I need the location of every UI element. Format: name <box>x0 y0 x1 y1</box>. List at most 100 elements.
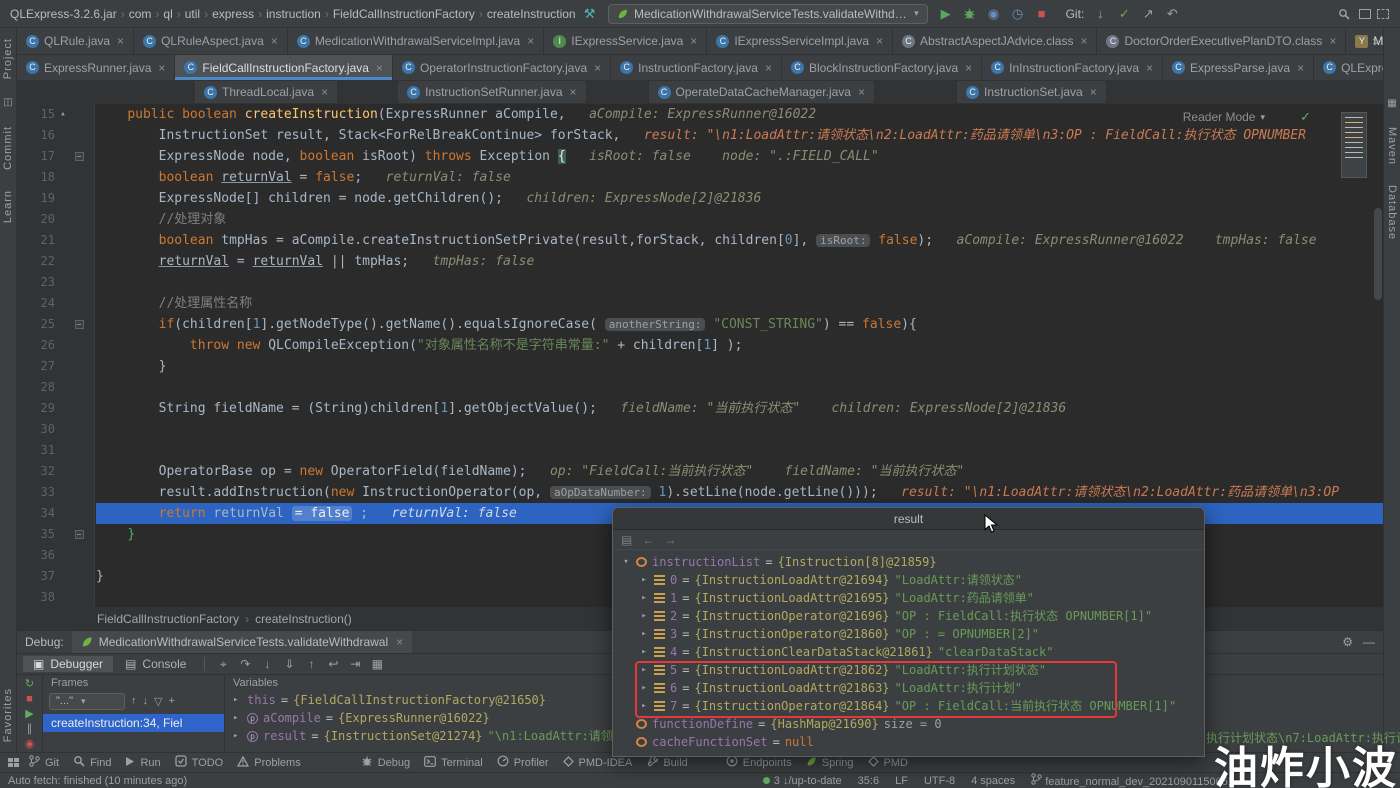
breadcrumb-item[interactable]: createInstruction() <box>255 612 352 626</box>
editor-gutter[interactable]: 15▴1617−1819202122232425−262728293031323… <box>17 104 95 607</box>
popup-tree-row[interactable]: cacheFunctionSet = null <box>613 733 1204 751</box>
fold-region[interactable] <box>71 209 87 230</box>
tab-close-icon[interactable]: × <box>876 34 883 48</box>
expand-icon[interactable]: ▸ <box>639 697 649 715</box>
tab-close-icon[interactable]: × <box>1146 61 1153 75</box>
code-line-24[interactable]: //处理属性名称 <box>96 293 1383 314</box>
fold-marker-icon[interactable]: − <box>75 320 84 329</box>
rollback-button[interactable]: ↶ <box>1161 4 1183 24</box>
code-line-32[interactable]: OperatorBase op = new OperatorField(fiel… <box>96 461 1383 482</box>
coverage-button[interactable]: ◉ <box>983 4 1005 24</box>
editor-scrollbar[interactable] <box>1374 208 1382 300</box>
step-out-icon[interactable]: ↑ <box>301 657 321 671</box>
fold-region[interactable] <box>71 188 87 209</box>
evaluate-expression-icon[interactable]: ▦ <box>367 657 387 671</box>
stretch-ide-icon[interactable] <box>1377 9 1389 19</box>
fold-region[interactable] <box>71 566 87 587</box>
sidebar-item-favorites[interactable]: Favorites <box>2 688 14 742</box>
window-layout-icon[interactable] <box>1359 9 1371 19</box>
expand-icon[interactable]: ▾ <box>621 553 631 571</box>
thread-selector[interactable]: "..." ▾ <box>49 693 125 710</box>
breadcrumb-item[interactable]: express <box>210 7 256 21</box>
fold-region[interactable] <box>71 461 87 482</box>
line-number[interactable]: 38 <box>17 587 55 607</box>
editor-tab[interactable]: CInstructionSet.java× <box>957 81 1107 103</box>
tab-close-icon[interactable]: × <box>271 34 278 48</box>
fold-region[interactable] <box>71 104 87 125</box>
line-number[interactable]: 32 <box>17 461 55 482</box>
editor-tab[interactable]: CQLRule.java× <box>17 28 134 54</box>
status-widget[interactable]: UTF-8 <box>924 775 955 787</box>
debug-button[interactable] <box>959 4 981 24</box>
profiler-button[interactable]: ◷ <box>1007 4 1029 24</box>
code-line-33[interactable]: result.addInstruction(new InstructionOpe… <box>96 482 1383 503</box>
popup-title[interactable]: result <box>613 508 1204 530</box>
toolwindow-button-git[interactable]: Git <box>29 755 59 770</box>
editor-tab[interactable]: CExpressRunner.java× <box>17 55 175 80</box>
fold-region[interactable]: − <box>71 146 87 167</box>
line-number[interactable]: 24 <box>17 293 55 314</box>
minimize-icon[interactable]: — <box>1363 635 1375 649</box>
editor-tab[interactable]: CDoctorOrderExecutivePlanDTO.class× <box>1097 28 1346 54</box>
fold-region[interactable] <box>71 545 87 566</box>
editor-tab[interactable]: CInInstructionFactory.java× <box>982 55 1163 80</box>
fold-region[interactable] <box>71 251 87 272</box>
fold-region[interactable] <box>71 419 87 440</box>
fold-region[interactable] <box>71 503 87 524</box>
breadcrumb-item[interactable]: QLExpress-3.2.6.jar <box>8 7 119 21</box>
line-number[interactable]: 30 <box>17 419 55 440</box>
line-number[interactable]: 21 <box>17 230 55 251</box>
tab-close-icon[interactable]: × <box>1090 85 1097 99</box>
fold-region[interactable]: − <box>71 524 87 545</box>
view-breakpoints-icon[interactable]: ◉ <box>25 738 35 751</box>
toolwindow-button-problems[interactable]: Problems <box>237 756 300 770</box>
push-button[interactable]: ↗ <box>1137 4 1159 24</box>
editor-tab[interactable]: CExpressParse.java× <box>1163 55 1314 80</box>
code-line-28[interactable] <box>96 377 1383 398</box>
editor-tab[interactable]: IIExpressService.java× <box>544 28 707 54</box>
line-number[interactable]: 25 <box>17 314 55 335</box>
code-line-22[interactable]: returnVal = returnVal || tmpHas; tmpHas:… <box>96 251 1383 272</box>
expand-icon[interactable]: ▸ <box>639 625 649 643</box>
tab-close-icon[interactable]: × <box>594 61 601 75</box>
tab-close-icon[interactable]: × <box>765 61 772 75</box>
fold-region[interactable] <box>71 398 87 419</box>
stack-frame-selected[interactable]: createInstruction:34, Fiel <box>43 714 224 732</box>
commit-button[interactable]: ✓ <box>1113 4 1135 24</box>
next-frame-icon[interactable]: ↓ <box>143 695 149 707</box>
code-line-18[interactable]: boolean returnVal = false; returnVal: fa… <box>96 167 1383 188</box>
toolwindow-button-profiler[interactable]: Profiler <box>497 755 549 770</box>
editor-tab[interactable]: CIExpressServiceImpl.java× <box>707 28 893 54</box>
line-number[interactable]: 37 <box>17 566 55 587</box>
drop-frame-icon[interactable]: ↩ <box>323 657 343 671</box>
pause-icon[interactable]: ∥ <box>27 723 33 736</box>
sidebar-item-database[interactable]: Database <box>1386 185 1398 240</box>
search-everywhere-icon[interactable] <box>1333 4 1355 24</box>
expand-icon[interactable]: ▸ <box>639 589 649 607</box>
fold-marker-icon[interactable]: − <box>75 152 84 161</box>
expand-icon[interactable]: ▸ <box>233 691 242 709</box>
editor-tab[interactable]: CQLRuleAspect.java× <box>134 28 288 54</box>
code-line-16[interactable]: InstructionSet result, Stack<ForRelBreak… <box>96 125 1383 146</box>
update-project-button[interactable]: ↓ <box>1089 4 1111 24</box>
breadcrumb-item[interactable]: ql <box>161 7 174 21</box>
line-number[interactable]: 22 <box>17 251 55 272</box>
fold-region[interactable] <box>71 482 87 503</box>
tab-debugger[interactable]: ▣Debugger <box>23 656 113 672</box>
run-button[interactable]: ▶ <box>935 4 957 24</box>
status-widget[interactable]: LF <box>895 775 908 787</box>
show-execution-point-icon[interactable]: ⌖ <box>213 657 233 672</box>
force-step-into-icon[interactable]: ⇓ <box>279 657 299 671</box>
prev-frame-icon[interactable]: ↑ <box>131 695 137 707</box>
code-line-23[interactable] <box>96 272 1383 293</box>
tab-close-icon[interactable]: × <box>1080 34 1087 48</box>
toolwindow-button-pmd[interactable]: PMD <box>868 756 908 770</box>
editor-tab[interactable]: CInstructionFactory.java× <box>611 55 782 80</box>
tab-close-icon[interactable]: × <box>527 34 534 48</box>
debug-session-tab[interactable]: MedicationWithdrawalServiceTests.validat… <box>72 631 412 653</box>
expand-icon[interactable]: ▸ <box>233 727 242 745</box>
editor-tab[interactable]: CBlockInstructionFactory.java× <box>782 55 982 80</box>
stop-button[interactable]: ■ <box>1031 4 1053 24</box>
line-number[interactable]: 31 <box>17 440 55 461</box>
expand-icon[interactable]: ▸ <box>639 607 649 625</box>
